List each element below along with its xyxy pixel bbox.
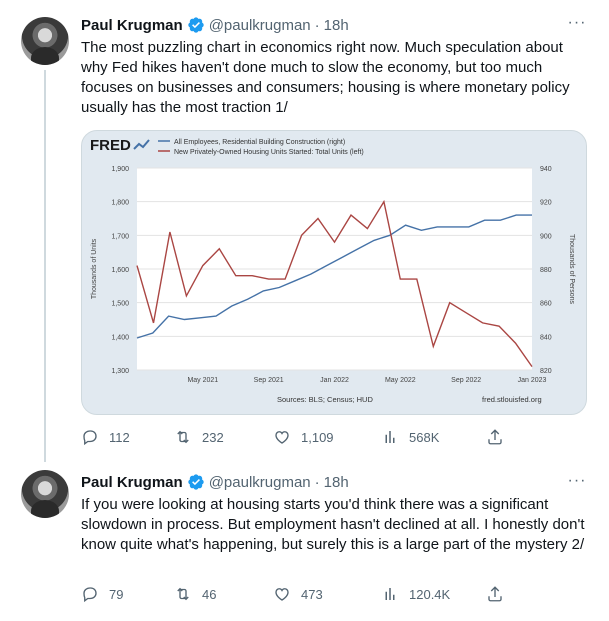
like-button[interactable]: 473 xyxy=(273,585,323,603)
separator-dot: · xyxy=(314,473,320,491)
tweet-2[interactable]: Paul Krugman @paulkrugman · 18h ··· If y… xyxy=(0,462,609,621)
views-icon xyxy=(385,588,395,600)
x-tick-label: May 2021 xyxy=(187,377,218,384)
reply-button[interactable]: 79 xyxy=(81,585,123,603)
fred-logo-chart-icon xyxy=(133,139,150,150)
share-button[interactable] xyxy=(486,585,504,603)
tweet-header: Paul Krugman @paulkrugman · 18h xyxy=(81,15,349,35)
author-name[interactable]: Paul Krugman xyxy=(81,17,183,34)
y-tick-right: 820 xyxy=(540,368,552,375)
share-button[interactable] xyxy=(486,428,504,446)
verified-badge-icon xyxy=(188,17,204,33)
fred-chart: FRED All Employees, Residential Building … xyxy=(90,137,575,404)
chart-image[interactable]: FRED All Employees, Residential Building … xyxy=(81,130,587,415)
like-icon xyxy=(275,431,289,444)
reply-button[interactable]: 112 xyxy=(81,428,130,446)
retweet-icon xyxy=(177,430,189,444)
x-tick-label: Jan 2023 xyxy=(518,377,547,384)
retweet-button[interactable]: 232 xyxy=(174,428,224,446)
y-tick-right: 900 xyxy=(540,233,552,240)
more-icon[interactable]: ··· xyxy=(567,473,587,494)
x-tick-label: Sep 2021 xyxy=(254,377,284,384)
y-axis-label-right: Thousands of Persons xyxy=(568,234,575,305)
reply-count: 112 xyxy=(109,429,130,445)
like-count: 473 xyxy=(301,586,323,602)
reply-icon xyxy=(83,587,97,603)
share-icon xyxy=(488,586,502,602)
share-icon xyxy=(488,429,502,445)
timestamp[interactable]: 18h xyxy=(324,17,349,34)
x-tick-label: Sep 2022 xyxy=(451,377,481,384)
views-button[interactable]: 120.4K xyxy=(381,585,450,603)
tweet-text: The most puzzling chart in economics rig… xyxy=(81,39,570,116)
like-count: 1,109 xyxy=(301,429,334,445)
action-bar: 112 232 1,109 568K xyxy=(81,428,504,448)
y-tick-left: 1,300 xyxy=(111,368,129,375)
x-tick-label: Jan 2022 xyxy=(320,377,349,384)
retweet-count: 232 xyxy=(202,429,224,445)
author-handle[interactable]: @paulkrugman xyxy=(209,17,311,34)
like-button[interactable]: 1,109 xyxy=(273,428,334,446)
separator-dot: · xyxy=(314,16,320,34)
y-tick-right: 880 xyxy=(540,267,552,274)
y-tick-left: 1,500 xyxy=(111,301,129,308)
y-tick-left: 1,600 xyxy=(111,267,129,274)
reply-count: 79 xyxy=(109,586,124,602)
y-tick-right: 840 xyxy=(540,334,552,341)
y-tick-right: 920 xyxy=(540,200,552,207)
avatar[interactable] xyxy=(21,17,69,65)
retweet-count: 46 xyxy=(202,586,217,602)
verified-badge-icon xyxy=(188,474,204,490)
chart-site: fred.stlouisfed.org xyxy=(482,395,542,404)
y-tick-left: 1,900 xyxy=(111,166,129,173)
tweet-text: If you were looking at housing starts yo… xyxy=(81,496,585,553)
fred-logo: FRED xyxy=(90,137,131,154)
avatar[interactable] xyxy=(21,470,69,518)
more-icon[interactable]: ··· xyxy=(567,15,587,36)
y-tick-right: 940 xyxy=(540,166,552,173)
x-tick-label: May 2022 xyxy=(385,377,416,384)
tweet-header: Paul Krugman @paulkrugman · 18h xyxy=(81,472,349,492)
tweet-1[interactable]: Paul Krugman @paulkrugman · 18h ··· The … xyxy=(0,0,609,462)
retweet-button[interactable]: 46 xyxy=(174,585,216,603)
views-button[interactable]: 568K xyxy=(381,428,439,446)
action-bar: 79 46 473 120.4K xyxy=(81,585,504,605)
chart-source: Sources: BLS; Census; HUD xyxy=(277,395,373,404)
thread-line xyxy=(44,70,46,462)
author-name[interactable]: Paul Krugman xyxy=(81,474,183,491)
like-icon xyxy=(275,588,289,601)
views-count: 120.4K xyxy=(409,586,451,602)
legend-label: All Employees, Residential Building Cons… xyxy=(174,139,345,146)
views-count: 568K xyxy=(409,429,440,445)
y-tick-left: 1,800 xyxy=(111,200,129,207)
retweet-icon xyxy=(177,587,189,601)
reply-icon xyxy=(83,430,97,446)
y-tick-right: 860 xyxy=(540,301,552,308)
y-axis-label-left: Thousands of Units xyxy=(91,238,98,299)
timestamp[interactable]: 18h xyxy=(324,474,349,491)
y-tick-left: 1,700 xyxy=(111,233,129,240)
y-tick-left: 1,400 xyxy=(111,334,129,341)
author-handle[interactable]: @paulkrugman xyxy=(209,474,311,491)
views-icon xyxy=(385,431,395,443)
legend-label: New Privately-Owned Housing Units Starte… xyxy=(174,149,364,156)
